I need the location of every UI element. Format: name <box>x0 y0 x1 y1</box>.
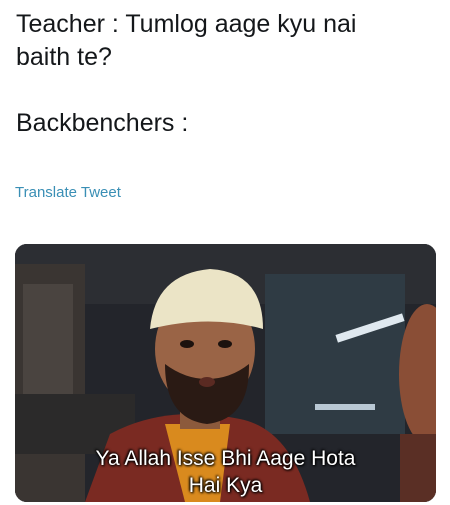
subtitle-line: Hai Kya <box>188 474 263 497</box>
video-subtitle: Ya Allah Isse Bhi Aage Hota Hai Kya <box>15 445 436 499</box>
tweet-text: Teacher : Tumlog aage kyu nai baith te? … <box>16 8 436 140</box>
tweet-text-line: Backbenchers : <box>16 109 189 137</box>
translate-tweet-link[interactable]: Translate Tweet <box>15 184 121 201</box>
tweet-text-line: Teacher : Tumlog aage kyu nai <box>16 10 357 38</box>
tweet-text-line: baith te? <box>16 43 112 71</box>
subtitle-line: Ya Allah Isse Bhi Aage Hota <box>95 447 356 470</box>
tweet-text-gap <box>16 74 436 107</box>
tweet-media-image[interactable]: Ya Allah Isse Bhi Aage Hota Hai Kya <box>15 244 436 502</box>
